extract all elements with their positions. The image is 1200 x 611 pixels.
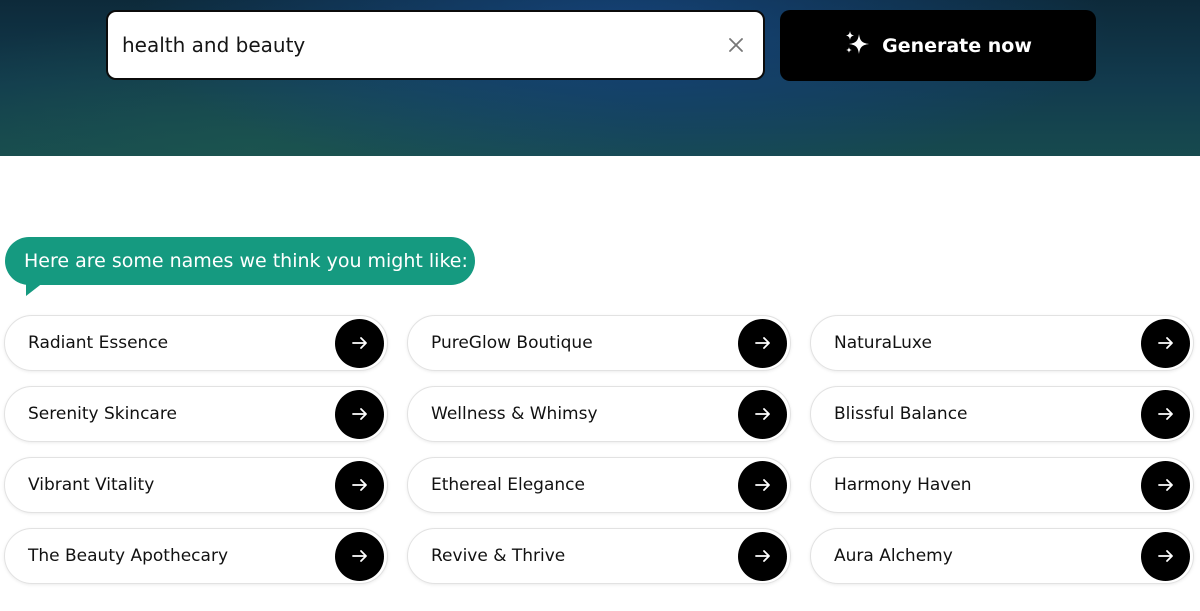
name-card[interactable]: Vibrant Vitality [4, 457, 388, 513]
close-icon[interactable] [725, 34, 747, 56]
name-card[interactable]: NaturaLuxe [810, 315, 1194, 371]
name-card[interactable]: Aura Alchemy [810, 528, 1194, 584]
arrow-right-icon[interactable] [1141, 318, 1190, 368]
name-label: Vibrant Vitality [28, 475, 155, 495]
name-card[interactable]: Wellness & Whimsy [407, 386, 791, 442]
name-label: NaturaLuxe [834, 333, 932, 353]
name-label: Blissful Balance [834, 404, 968, 424]
hero-banner: Generate now [0, 0, 1200, 156]
arrow-right-icon[interactable] [1141, 460, 1190, 510]
name-label: The Beauty Apothecary [28, 546, 228, 566]
sparkles-icon [844, 30, 872, 61]
arrow-right-icon[interactable] [335, 460, 384, 510]
name-card[interactable]: Serenity Skincare [4, 386, 388, 442]
name-label: Harmony Haven [834, 475, 972, 495]
arrow-right-icon[interactable] [335, 318, 384, 368]
arrow-right-icon[interactable] [738, 389, 787, 439]
name-suggestions-grid: Radiant Essence PureGlow Boutique Natura… [4, 315, 1194, 584]
name-label: Wellness & Whimsy [431, 404, 598, 424]
name-card[interactable]: Harmony Haven [810, 457, 1194, 513]
arrow-right-icon[interactable] [335, 389, 384, 439]
arrow-right-icon[interactable] [738, 318, 787, 368]
name-label: Ethereal Elegance [431, 475, 585, 495]
name-card[interactable]: PureGlow Boutique [407, 315, 791, 371]
arrow-right-icon[interactable] [1141, 531, 1190, 581]
arrow-right-icon[interactable] [1141, 389, 1190, 439]
name-card[interactable]: The Beauty Apothecary [4, 528, 388, 584]
search-box[interactable] [106, 10, 765, 80]
arrow-right-icon[interactable] [738, 531, 787, 581]
name-label: Revive & Thrive [431, 546, 566, 566]
name-card[interactable]: Blissful Balance [810, 386, 1194, 442]
name-card[interactable]: Ethereal Elegance [407, 457, 791, 513]
suggestions-heading: Here are some names we think you might l… [5, 237, 475, 285]
generate-now-button[interactable]: Generate now [780, 10, 1096, 81]
search-input[interactable] [122, 33, 725, 57]
name-label: Radiant Essence [28, 333, 169, 353]
generate-now-label: Generate now [882, 34, 1032, 57]
name-label: Serenity Skincare [28, 404, 177, 424]
arrow-right-icon[interactable] [738, 460, 787, 510]
arrow-right-icon[interactable] [335, 531, 384, 581]
name-card[interactable]: Revive & Thrive [407, 528, 791, 584]
name-card[interactable]: Radiant Essence [4, 315, 388, 371]
name-label: PureGlow Boutique [431, 333, 593, 353]
name-label: Aura Alchemy [834, 546, 953, 566]
speech-bubble-tail [26, 282, 44, 296]
